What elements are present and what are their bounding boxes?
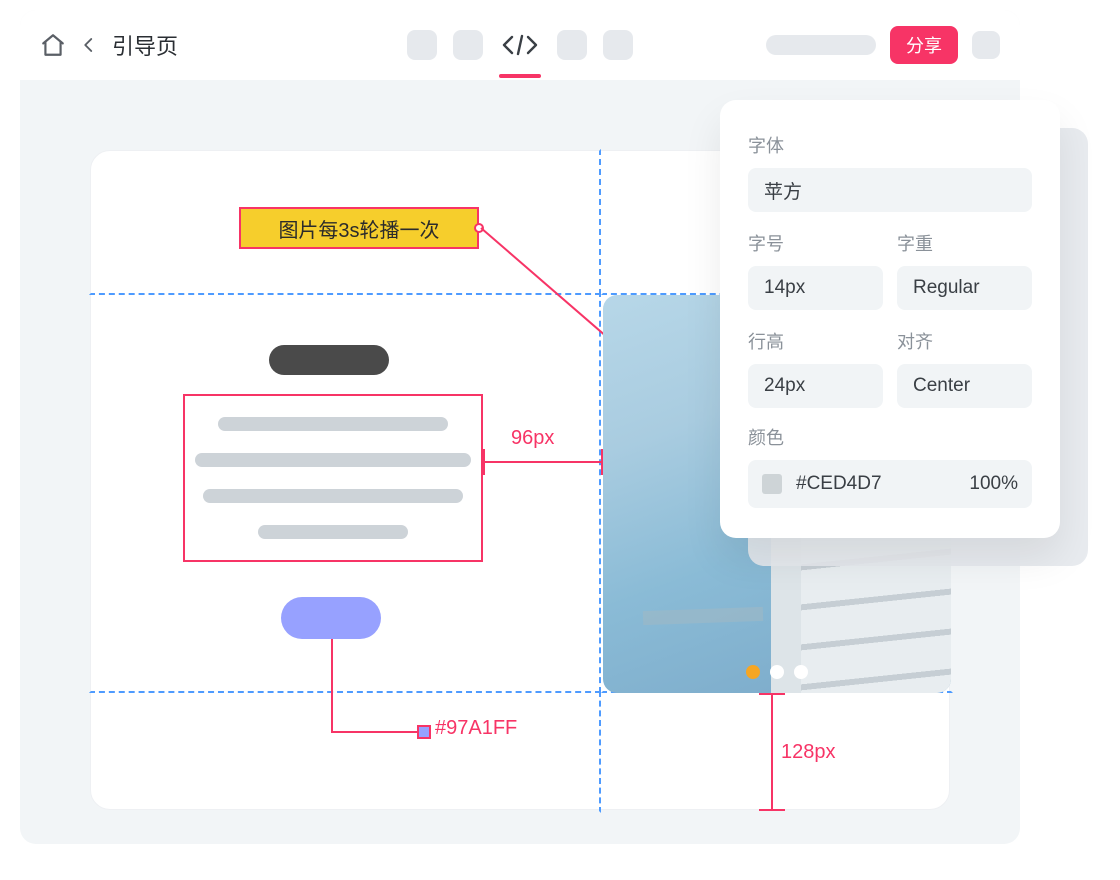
page-title: 引导页 (112, 29, 178, 61)
color-swatch-icon (417, 725, 431, 739)
share-button[interactable]: 分享 (890, 26, 958, 64)
view-mode-2[interactable] (453, 30, 483, 60)
color-hex-value: #CED4D7 (796, 473, 882, 495)
annotation-note-text: 图片每3s轮播一次 (278, 214, 439, 243)
spacing-measure-128 (771, 695, 773, 811)
font-size-field[interactable]: 14px (748, 266, 883, 310)
spacing-tick (759, 809, 785, 811)
code-view-icon[interactable] (499, 30, 541, 60)
view-switcher (407, 10, 633, 80)
active-tab-indicator (499, 74, 541, 78)
text-align-value: Center (913, 375, 970, 397)
header-more[interactable] (972, 31, 1000, 59)
view-mode-4[interactable] (557, 30, 587, 60)
font-label: 字体 (748, 132, 1032, 158)
spacing-tick (759, 693, 785, 695)
guide-region (89, 691, 601, 813)
line-height-field[interactable]: 24px (748, 364, 883, 408)
text-line-placeholder (218, 417, 448, 431)
text-line-placeholder (203, 489, 463, 503)
header-left: 引导页 (40, 29, 178, 61)
color-opacity-value: 100% (969, 473, 1018, 495)
header-right: 分享 (766, 10, 1000, 80)
carousel-dot[interactable] (746, 665, 760, 679)
text-align-label: 对齐 (897, 328, 1032, 354)
line-height-value: 24px (764, 375, 805, 397)
heading-placeholder (269, 345, 389, 375)
color-chip-icon (762, 474, 782, 494)
carousel-dot[interactable] (770, 665, 784, 679)
spacing-label-128: 128px (781, 741, 836, 764)
header-chip (766, 35, 876, 55)
annotation-note[interactable]: 图片每3s轮播一次 (239, 207, 479, 249)
back-chevron-icon[interactable] (80, 32, 98, 58)
app-header: 引导页 分享 (20, 10, 1020, 80)
color-callout-label: #97A1FF (435, 717, 517, 740)
primary-button-placeholder[interactable] (281, 597, 381, 639)
color-callout-line (331, 731, 417, 733)
selected-text-block[interactable] (183, 394, 483, 562)
font-weight-value: Regular (913, 277, 980, 299)
font-weight-label: 字重 (897, 230, 1032, 256)
font-family-value: 苹方 (764, 177, 802, 204)
font-weight-field[interactable]: Regular (897, 266, 1032, 310)
line-height-label: 行高 (748, 328, 883, 354)
font-size-value: 14px (764, 277, 805, 299)
text-line-placeholder (258, 525, 408, 539)
spacing-label-96: 96px (511, 427, 554, 450)
guide-region (601, 691, 953, 813)
text-color-field[interactable]: #CED4D7 100% (748, 460, 1032, 508)
home-icon[interactable] (40, 32, 66, 58)
carousel-dot[interactable] (794, 665, 808, 679)
view-mode-5[interactable] (603, 30, 633, 60)
font-size-label: 字号 (748, 230, 883, 256)
text-align-field[interactable]: Center (897, 364, 1032, 408)
color-callout-line (331, 639, 333, 731)
note-connector-handle[interactable] (474, 223, 484, 233)
text-line-placeholder (195, 453, 471, 467)
style-inspector-panel: 字体 苹方 字号 14px 字重 Regular 行高 24px 对齐 Cen (720, 100, 1060, 538)
view-mode-1[interactable] (407, 30, 437, 60)
font-family-field[interactable]: 苹方 (748, 168, 1032, 212)
carousel-dots (746, 665, 808, 679)
color-label: 颜色 (748, 424, 1032, 450)
